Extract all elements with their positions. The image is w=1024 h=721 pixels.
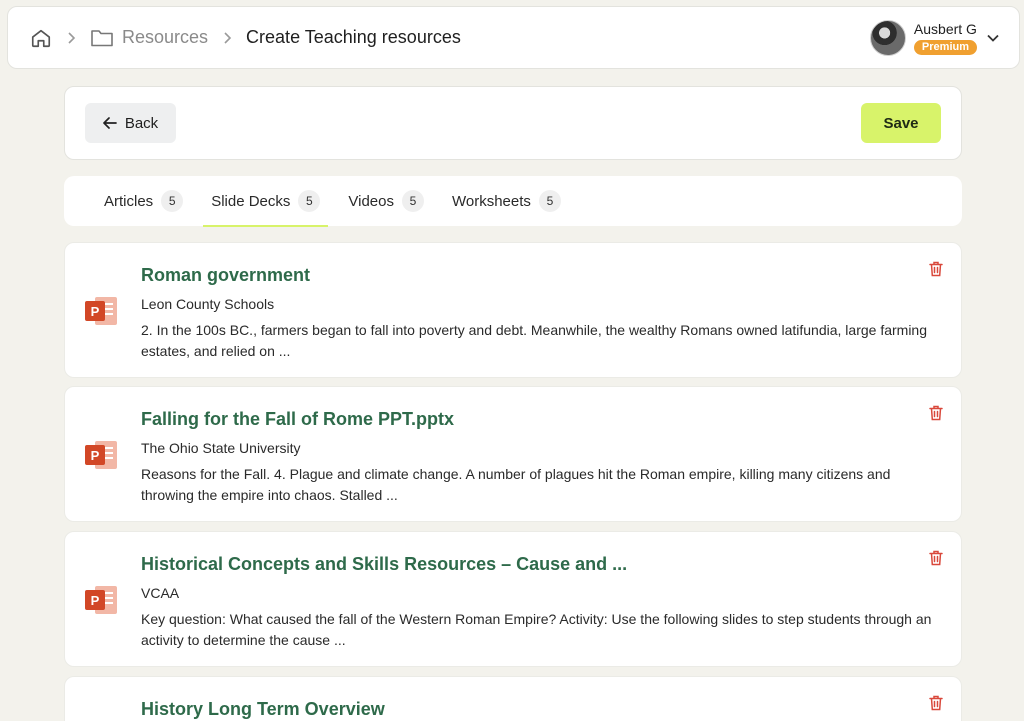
avatar[interactable] <box>869 19 906 56</box>
powerpoint-icon: P <box>85 295 119 332</box>
trash-icon[interactable] <box>929 261 943 277</box>
resource-card[interactable]: P Falling for the Fall of Rome PPT.pptx … <box>64 386 962 522</box>
resource-description: Key question: What caused the fall of th… <box>141 611 932 648</box>
top-bar: Resources Create Teaching resources Ausb… <box>7 6 1020 69</box>
powerpoint-icon: P <box>85 584 119 621</box>
breadcrumb: Resources Create Teaching resources <box>30 27 461 49</box>
tab-label: Worksheets <box>451 192 531 210</box>
resource-source: Leon County Schools <box>141 296 275 312</box>
tab-slide-decks[interactable]: Slide Decks 5 <box>203 176 329 227</box>
powerpoint-icon: P <box>85 439 119 476</box>
tab-count: 5 <box>161 190 184 212</box>
svg-text:P: P <box>91 593 100 608</box>
tab-articles[interactable]: Articles 5 <box>96 176 191 226</box>
arrow-left-icon <box>102 117 117 129</box>
folder-icon[interactable] <box>90 28 114 48</box>
tab-videos[interactable]: Videos 5 <box>340 176 432 226</box>
trash-icon[interactable] <box>929 695 943 711</box>
resource-card[interactable]: P Historical Concepts and Skills Resourc… <box>64 531 962 667</box>
trash-icon[interactable] <box>929 405 943 421</box>
chevron-right-icon <box>222 31 232 44</box>
trash-icon[interactable] <box>929 550 943 566</box>
tab-label: Slide Decks <box>211 192 291 210</box>
resource-card[interactable]: P Roman government Leon County Schools 2… <box>64 242 962 378</box>
user-menu[interactable]: Ausbert G Premium <box>869 19 999 56</box>
resource-tabs: Articles 5 Slide Decks 5 Videos 5 Worksh… <box>64 176 962 227</box>
breadcrumb-resources[interactable]: Resources <box>122 27 208 48</box>
tab-count: 5 <box>401 190 424 212</box>
action-bar: Back Save <box>64 86 962 160</box>
svg-text:P: P <box>91 304 100 319</box>
resource-title[interactable]: Falling for the Fall of Rome PPT.pptx <box>141 409 454 430</box>
chevron-down-icon[interactable] <box>987 34 999 42</box>
resource-title[interactable]: Historical Concepts and Skills Resources… <box>141 554 627 575</box>
tab-count: 5 <box>298 190 321 212</box>
svg-text:P: P <box>91 448 100 463</box>
tab-label: Videos <box>348 192 394 210</box>
back-label: Back <box>124 114 159 132</box>
resource-title[interactable]: History Long Term Overview <box>141 699 385 720</box>
save-button[interactable]: Save <box>861 103 941 143</box>
back-button[interactable]: Back <box>85 103 176 143</box>
premium-badge: Premium <box>913 39 977 55</box>
resource-title[interactable]: Roman government <box>141 265 310 286</box>
page-title: Create Teaching resources <box>246 27 461 47</box>
tab-worksheets[interactable]: Worksheets 5 <box>444 176 569 226</box>
resource-source: VCAA <box>141 585 180 601</box>
tab-count: 5 <box>538 190 561 212</box>
tab-label: Articles <box>104 192 154 210</box>
resource-description: Reasons for the Fall. 4. Plague and clim… <box>141 466 891 503</box>
home-icon[interactable] <box>30 27 52 49</box>
resource-description: 2. In the 100s BC., farmers began to fal… <box>141 322 927 359</box>
resource-card[interactable]: History Long Term Overview <box>64 676 962 721</box>
resource-source: The Ohio State University <box>141 440 301 456</box>
user-name: Ausbert G <box>913 20 977 37</box>
chevron-right-icon <box>66 31 76 44</box>
